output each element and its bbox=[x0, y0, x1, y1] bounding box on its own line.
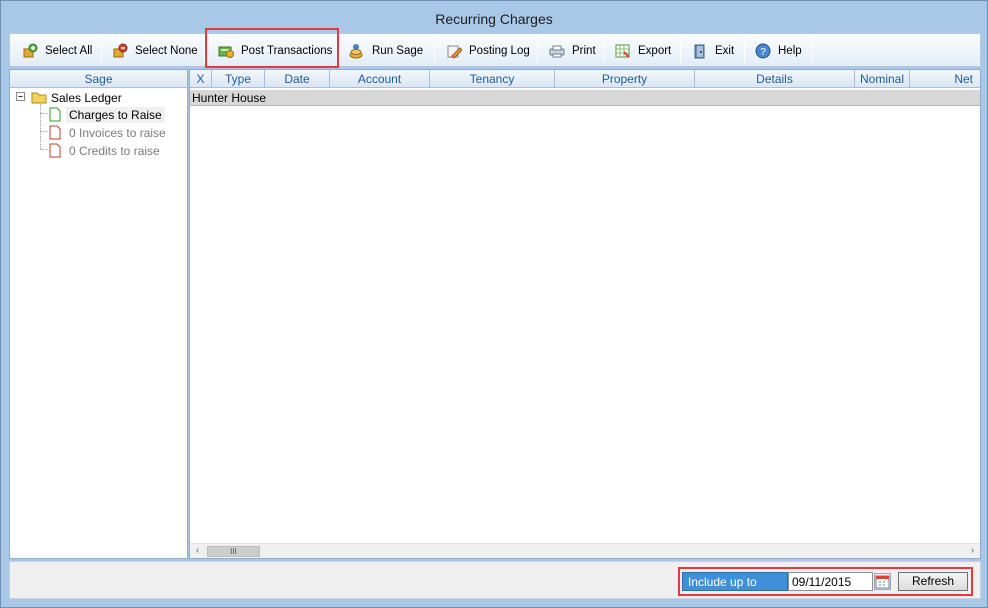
scroll-thumb[interactable]: III bbox=[207, 546, 260, 557]
column-header-type[interactable]: Type bbox=[212, 70, 265, 88]
help-label: Help bbox=[778, 45, 802, 57]
toolbar-separator bbox=[537, 39, 538, 63]
group-row-hunter-house[interactable]: Hunter House bbox=[190, 90, 980, 106]
print-label: Print bbox=[572, 45, 596, 57]
scroll-right-icon[interactable]: › bbox=[965, 544, 980, 559]
toolbar-separator bbox=[101, 39, 102, 63]
print-button[interactable]: Print bbox=[549, 38, 596, 64]
svg-text:?: ? bbox=[760, 47, 766, 58]
footer-highlight bbox=[678, 567, 973, 596]
export-icon bbox=[615, 43, 631, 59]
select-none-label: Select None bbox=[135, 45, 198, 57]
column-header-nominal[interactable]: Nominal bbox=[855, 70, 910, 88]
horizontal-scrollbar[interactable]: ‹ III › bbox=[190, 543, 980, 558]
run-sage-icon bbox=[349, 43, 365, 59]
tree-node-charges-to-raise[interactable]: Charges to Raise bbox=[66, 107, 165, 123]
column-header-net[interactable]: Net bbox=[910, 70, 980, 88]
toolbar: Select All Select None Post Transactions… bbox=[9, 33, 981, 67]
exit-label: Exit bbox=[715, 45, 735, 57]
folder-icon bbox=[31, 90, 47, 107]
tree-node-credits-to-raise[interactable]: 0 Credits to raise bbox=[69, 143, 160, 159]
posting-log-label: Posting Log bbox=[469, 45, 530, 57]
column-header-property[interactable]: Property bbox=[555, 70, 695, 88]
scroll-left-icon[interactable]: ‹ bbox=[190, 544, 205, 559]
toolbar-separator bbox=[603, 39, 604, 63]
toolbar-separator bbox=[744, 39, 745, 63]
sage-panel-header: Sage bbox=[10, 70, 187, 88]
toolbar-separator bbox=[339, 39, 340, 63]
red-document-icon bbox=[49, 125, 61, 143]
column-header-tenancy[interactable]: Tenancy bbox=[430, 70, 555, 88]
help-icon: ? bbox=[755, 43, 771, 59]
help-button[interactable]: ? Help bbox=[755, 38, 802, 64]
toolbar-separator bbox=[680, 39, 681, 63]
select-none-icon bbox=[112, 43, 128, 59]
posting-log-icon bbox=[446, 43, 463, 59]
toolbar-separator bbox=[812, 39, 813, 63]
select-all-button[interactable]: Select All bbox=[22, 38, 92, 64]
select-all-label: Select All bbox=[45, 45, 93, 57]
post-transactions-highlight bbox=[205, 28, 339, 68]
select-all-icon bbox=[22, 43, 38, 59]
toolbar-separator bbox=[434, 39, 435, 63]
red-document-icon bbox=[49, 143, 61, 161]
export-button[interactable]: Export bbox=[615, 38, 671, 64]
window-title: Recurring Charges bbox=[435, 11, 553, 27]
sage-panel: Sage Sales Ledger Charges to Raise 0 Inv… bbox=[9, 69, 188, 559]
tree-node-sales-ledger[interactable]: Sales Ledger bbox=[51, 90, 122, 106]
charges-grid: X Type Date Account Tenancy Property Det… bbox=[189, 69, 981, 559]
column-header-details[interactable]: Details bbox=[695, 70, 855, 88]
tree-node-invoices-to-raise[interactable]: 0 Invoices to raise bbox=[69, 125, 166, 141]
select-none-button[interactable]: Select None bbox=[112, 38, 198, 64]
exit-button[interactable]: Exit bbox=[692, 38, 734, 64]
run-sage-label: Run Sage bbox=[372, 45, 424, 57]
green-document-icon bbox=[49, 107, 61, 125]
run-sage-button[interactable]: Run Sage bbox=[349, 38, 423, 64]
print-icon bbox=[549, 43, 565, 59]
column-header-date[interactable]: Date bbox=[265, 70, 330, 88]
posting-log-button[interactable]: Posting Log bbox=[446, 38, 530, 64]
exit-icon bbox=[692, 43, 708, 59]
recurring-charges-window: Recurring Charges Select All Select None… bbox=[0, 0, 988, 608]
column-header-account[interactable]: Account bbox=[330, 70, 430, 88]
column-header-x[interactable]: X bbox=[190, 70, 212, 88]
export-label: Export bbox=[638, 45, 672, 57]
